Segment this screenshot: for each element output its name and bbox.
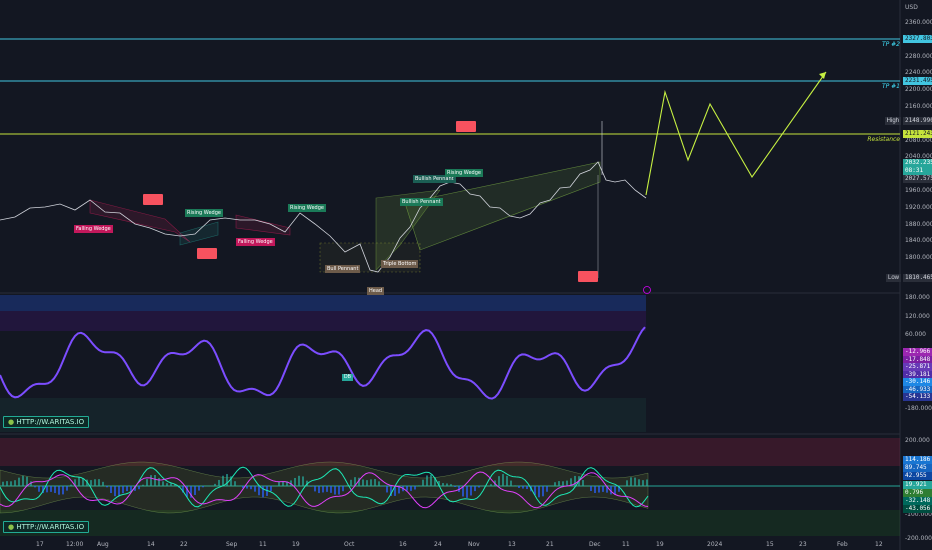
osc1-value-tag: -54.133: [903, 393, 932, 401]
sell-signal-marker[interactable]: [456, 121, 476, 132]
time-axis-tick: 14: [147, 541, 155, 548]
osc1-axis-tick: 60.000: [905, 331, 926, 338]
sell-signal-marker[interactable]: [143, 194, 163, 205]
pattern-label[interactable]: Rising Wedge: [185, 209, 223, 217]
rising-wedge-1[interactable]: [179, 221, 219, 246]
pattern-label[interactable]: Rising Wedge: [445, 169, 483, 177]
chat-icon: ●: [8, 523, 15, 531]
countdown-tag: 08:31: [903, 167, 932, 175]
resistance-price-tag: 2121.243: [903, 130, 932, 138]
falling-wedge-2[interactable]: [235, 214, 291, 236]
osc2-value-tag: 89.745: [903, 464, 932, 473]
price-axis-tick: 1960.000: [905, 187, 932, 194]
high-price-tag: 2148.990: [903, 117, 932, 125]
price-axis-tick: 1840.000: [905, 237, 932, 245]
pattern-label[interactable]: Falling Wedge: [236, 238, 275, 246]
price-axis-tick: 1880.000: [905, 220, 932, 228]
time-axis-tick: Dec: [589, 541, 601, 548]
osc2-axis-tick: 200.000: [905, 437, 930, 444]
currency-label: USD: [905, 4, 918, 11]
high-label: High: [884, 117, 901, 125]
osc1-axis-tick: -180.000: [905, 405, 932, 412]
low-label: Low: [885, 274, 901, 282]
watermark-text: HTTP://W.ARITAS.IO: [16, 523, 85, 531]
watermark-text: HTTP://W.ARITAS.IO: [16, 418, 85, 426]
time-axis-tick: Sep: [226, 541, 238, 548]
tp2-line-label: TP #2: [881, 41, 900, 48]
tp1-line-label: TP #1: [881, 83, 900, 90]
osc2-value-tag: -32.148: [903, 497, 932, 505]
time-axis-tick: 22: [180, 541, 188, 548]
time-axis-tick: 15: [766, 541, 774, 548]
time-axis-tick: Aug: [97, 541, 109, 548]
time-axis-tick: 21: [546, 541, 554, 548]
sell-signal-marker[interactable]: [578, 271, 598, 282]
time-axis-tick: 12:00: [66, 541, 84, 548]
price-axis-tick: 2160.000: [905, 103, 932, 110]
oscillator-1-series: [0, 326, 646, 400]
price-axis-tick: 1800.000: [905, 254, 932, 262]
oscillator-1-watermark[interactable]: ● HTTP://W.ARITAS.IO: [3, 416, 90, 428]
price-axis-tick: 2240.000: [905, 69, 932, 77]
osc2-value-tag: 114.186: [903, 456, 932, 464]
low-price-tag: 1810.465: [903, 274, 932, 282]
time-axis-tick: 12: [875, 541, 883, 548]
time-axis-tick: 23: [799, 541, 807, 548]
time-axis-tick: 19: [292, 541, 300, 548]
current-price-tag: 2032.235: [903, 159, 932, 167]
pattern-label[interactable]: Rising Wedge: [288, 204, 326, 212]
price-axis-tick: 2360.000: [905, 19, 932, 26]
time-axis-tick: 2024: [707, 541, 723, 548]
tp2-price-tag: 2327.803: [903, 35, 932, 43]
chat-icon: ●: [8, 418, 15, 426]
price-axis-tick: 2280.000: [905, 52, 932, 60]
sell-signal-marker[interactable]: [197, 248, 217, 259]
osc1-axis-tick: 180.000: [905, 294, 930, 301]
oscillator-2-watermark[interactable]: ● HTTP://W.ARITAS.IO: [3, 521, 90, 533]
time-axis-tick: Feb: [837, 541, 848, 548]
osc2-value-tag: 0.796: [903, 488, 932, 497]
projection-arrow: [819, 72, 826, 79]
price-axis-tick: 2200.000: [905, 86, 932, 94]
osc1-axis-tick: 120.000: [905, 312, 930, 320]
time-axis-tick: 19: [656, 541, 664, 548]
pattern-label[interactable]: Triple Bottom: [381, 260, 419, 268]
chart-workspace[interactable]: USD 2360.0002320.0002280.0002240.0002200…: [0, 0, 932, 550]
pattern-label[interactable]: Head: [367, 287, 385, 295]
price-axis-tick: 1920.000: [905, 203, 932, 211]
pattern-label[interactable]: Falling Wedge: [74, 225, 113, 233]
osc2-value-tag: -43.056: [903, 505, 932, 514]
time-axis-tick: 16: [399, 541, 407, 548]
pattern-label[interactable]: Bullish Pennant: [400, 198, 443, 206]
time-axis-tick: 11: [622, 541, 630, 548]
resistance-line-label: Resistance: [867, 136, 900, 143]
price-chart[interactable]: [0, 0, 932, 550]
db-badge[interactable]: DB: [342, 374, 353, 381]
tp1-price-tag: 2231.495: [903, 77, 932, 85]
time-axis-tick: 11: [259, 541, 267, 548]
osc2-value-tag: 42.955: [903, 472, 932, 481]
osc2-value-tag: 19.921: [903, 480, 932, 489]
time-axis-tick: 13: [508, 541, 516, 548]
time-axis-tick: 24: [434, 541, 442, 548]
time-axis-tick: 17: [36, 541, 44, 548]
pattern-label[interactable]: Bull Pennant: [325, 265, 361, 273]
osc2-axis-tick: -200.000: [905, 535, 932, 542]
indicator-logo-icon[interactable]: [643, 286, 651, 294]
time-axis-tick: Oct: [344, 541, 355, 548]
last-price-tag: 2027.575: [903, 175, 932, 183]
time-axis-tick: Nov: [468, 541, 480, 548]
